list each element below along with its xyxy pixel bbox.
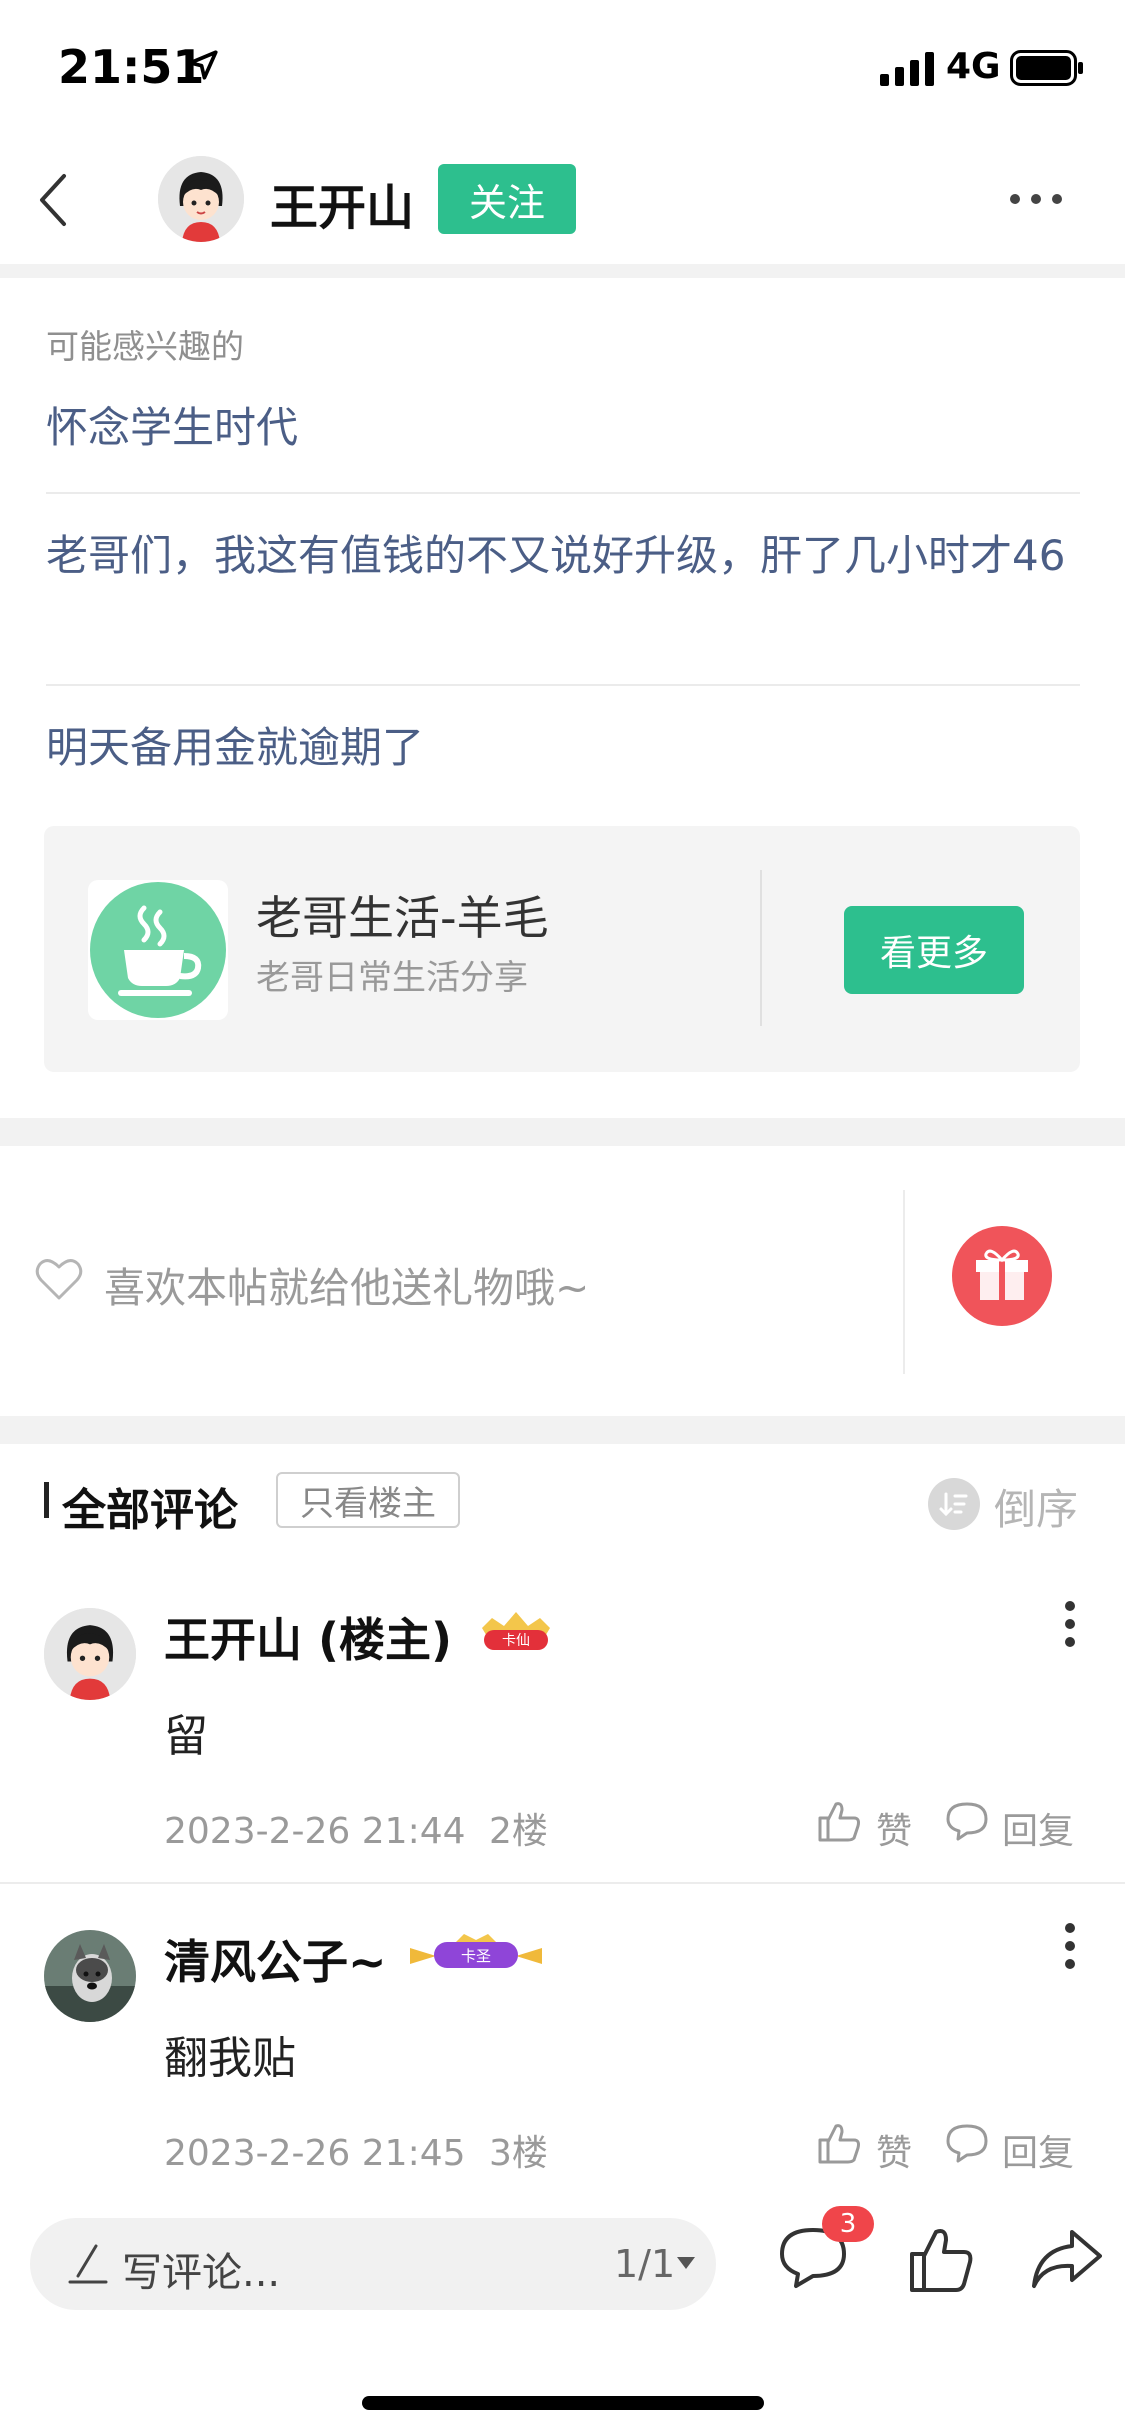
- forum-description: 老哥日常生活分享: [256, 958, 528, 998]
- section-separator: [0, 1118, 1125, 1146]
- list-divider: [46, 492, 1080, 494]
- cellular-signal-icon: [880, 52, 934, 86]
- section-separator: [0, 264, 1125, 278]
- like-icon[interactable]: [816, 2120, 862, 2166]
- page-indicator[interactable]: 1/1: [614, 2242, 675, 2286]
- level-badge-icon: 卡仙: [482, 1612, 550, 1650]
- section-marker: [44, 1482, 49, 1518]
- gift-button[interactable]: [952, 1226, 1052, 1326]
- forum-name[interactable]: 老哥生活-羊毛: [256, 882, 549, 948]
- recommended-post-link[interactable]: 明天备用金就逾期了: [46, 716, 1076, 780]
- commenter-name[interactable]: 王开山 (楼主): [164, 1604, 452, 1670]
- network-type: 4G: [946, 46, 1001, 87]
- sort-label[interactable]: 倒序: [994, 1476, 1078, 1537]
- see-more-button[interactable]: 看更多: [844, 906, 1024, 994]
- reply-label[interactable]: 回复: [1002, 2124, 1074, 2176]
- comments-title: 全部评论: [62, 1485, 238, 1536]
- op-only-button[interactable]: 只看楼主: [276, 1472, 460, 1528]
- comment-count-badge: 3: [822, 2206, 874, 2242]
- like-label[interactable]: 赞: [876, 1802, 912, 1854]
- gift-divider: [903, 1190, 905, 1374]
- comment-text: 翻我贴: [164, 2033, 296, 2084]
- level-badge-text: 卡圣: [461, 1947, 491, 1965]
- comment-meta: 2023-2-26 21:45 3楼: [164, 2124, 548, 2176]
- caret-down-icon[interactable]: [676, 2256, 696, 2270]
- commenter-avatar[interactable]: [44, 1930, 136, 2022]
- heart-icon: [35, 1259, 83, 1300]
- like-icon[interactable]: [816, 1798, 862, 1844]
- comment-time: 2023-2-26 21:44: [164, 1811, 466, 1852]
- follow-button[interactable]: 关注: [438, 164, 576, 234]
- comment-time: 2023-2-26 21:45: [164, 2133, 466, 2174]
- comment-divider: [0, 1882, 1125, 1884]
- gift-prompt: 喜欢本帖就给他送礼物哦~: [104, 1264, 590, 1312]
- level-badge-icon: 卡圣: [410, 1934, 542, 1968]
- reply-label[interactable]: 回复: [1002, 1802, 1074, 1854]
- recommended-post-link[interactable]: 怀念学生时代: [46, 396, 1076, 460]
- pen-icon: [68, 2244, 108, 2284]
- reply-icon[interactable]: [944, 1800, 990, 1842]
- share-arrow-icon[interactable]: [1030, 2228, 1102, 2290]
- back-chevron-icon[interactable]: [30, 168, 80, 232]
- forum-coffee-icon: [88, 880, 228, 1020]
- comment-floor: 3楼: [488, 2133, 548, 2174]
- author-name[interactable]: 王开山: [270, 168, 414, 238]
- status-time: 21:51: [58, 40, 205, 94]
- home-indicator: [362, 2396, 764, 2410]
- card-divider: [760, 870, 762, 1026]
- comment-more-icon[interactable]: [1062, 1600, 1078, 1648]
- list-divider: [46, 684, 1080, 686]
- more-options-icon[interactable]: [1008, 192, 1064, 206]
- commenter-name[interactable]: 清风公子~: [164, 1926, 387, 1992]
- comment-floor: 2楼: [488, 1811, 548, 1852]
- comment-meta: 2023-2-26 21:44 2楼: [164, 1802, 548, 1854]
- gift-box-icon: [976, 1249, 1028, 1300]
- level-badge-text: 卡仙: [502, 1633, 530, 1649]
- author-avatar[interactable]: [158, 156, 244, 242]
- sort-icon[interactable]: [928, 1478, 980, 1530]
- comment-text: 留: [164, 1711, 208, 1762]
- section-separator: [0, 1416, 1125, 1444]
- commenter-avatar[interactable]: [44, 1608, 136, 1700]
- recommended-post-link[interactable]: 老哥们，我这有值钱的不又说好升级，肝了几小时才46: [46, 524, 1076, 588]
- reply-icon[interactable]: [944, 2122, 990, 2164]
- like-label[interactable]: 赞: [876, 2124, 912, 2176]
- thumbs-up-icon[interactable]: [908, 2224, 974, 2294]
- interest-heading: 可能感兴趣的: [46, 327, 244, 366]
- comment-more-icon[interactable]: [1062, 1922, 1078, 1970]
- battery-icon: [1010, 50, 1083, 86]
- comment-placeholder[interactable]: 写评论...: [122, 2240, 280, 2298]
- location-arrow-icon: [188, 50, 218, 80]
